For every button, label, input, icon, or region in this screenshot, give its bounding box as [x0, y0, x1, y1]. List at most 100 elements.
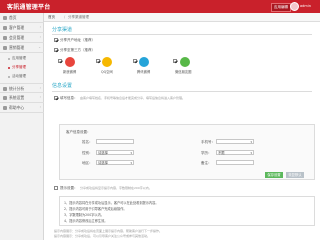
share-address-checkbox[interactable]: [54, 38, 58, 42]
fill-info-checkbox[interactable]: [54, 96, 58, 100]
sidebar-item-stats[interactable]: 统计分析 ›: [0, 83, 44, 93]
user-name[interactable]: admin: [300, 4, 311, 8]
education-select[interactable]: 不限 ▾: [216, 150, 254, 155]
sidebar-item-label: 首页: [9, 15, 17, 20]
chevron-down-icon: ⌄: [38, 45, 41, 49]
tip-settings-hint: 分享成功后将显示提示内容，字数限制在200字以内。: [80, 186, 152, 190]
section-divider: [52, 91, 312, 92]
chevron-right-icon: ›: [39, 35, 41, 39]
region-value: 请选择: [98, 161, 108, 165]
share-third-party-label: 分享至第三方（推荐）: [60, 48, 95, 52]
fill-info-label: 填写信息：: [60, 96, 78, 100]
sidebar-subitem-share[interactable]: 分享管理: [0, 63, 44, 72]
section-title-share: 分享渠道: [52, 27, 73, 33]
chevron-down-icon: ▾: [250, 151, 252, 155]
breadcrumb-current: 分享渠道管理: [68, 15, 89, 19]
sidebar-item-label: 帮助中心: [9, 105, 25, 110]
marketing-icon: [3, 46, 7, 50]
sidebar-item-customers[interactable]: 客户管理 ›: [0, 23, 44, 33]
customer-info-panel: 客户信息设置： 姓名： 手机号： ▾ 性别： 请选择 ▾ 学历： 不限 ▾ 地区： …: [59, 124, 315, 180]
avatar[interactable]: [290, 2, 299, 11]
breadcrumb-separator: /: [64, 15, 66, 19]
sidebar-item-settings[interactable]: 系统设置 ›: [0, 93, 44, 103]
tip-settings-checkbox[interactable]: [54, 186, 58, 190]
chevron-right-icon: ›: [39, 86, 41, 90]
education-value: 不限: [218, 151, 225, 155]
tip-notes-box: 1、提示内容将在分享成功后显示，客户可以在此处看到提示内容。 2、提示内容可用于…: [59, 196, 315, 226]
field-label: 性别：: [82, 151, 93, 155]
sidebar-item-members[interactable]: 会员管理 ›: [0, 33, 44, 43]
sidebar-subitem-label: 活动管理: [12, 74, 26, 78]
field-label: 手机号：: [201, 140, 215, 144]
chevron-down-icon: ▾: [130, 161, 132, 165]
sidebar-subitem-apps[interactable]: 应用管理: [0, 54, 44, 63]
header-app-button[interactable]: 应用编辑: [271, 3, 291, 12]
chevron-right-icon: ›: [39, 95, 41, 99]
field-label: 地区：: [82, 161, 93, 165]
bullet-icon: [8, 76, 10, 78]
note-line: 1、提示内容将在分享成功后显示，客户可以在此处看到提示内容。: [64, 201, 159, 205]
section-divider: [52, 34, 312, 35]
footer-note-2: 提示内容展示：分享成功后，可以引导客户关注公众号或参与其他活动。: [54, 234, 151, 238]
chevron-down-icon: ▾: [250, 140, 252, 144]
main-content: 分享渠道 分享开户地址（推荐） 分享至第三方（推荐） 新浪微博 QQ空间 腾讯微…: [44, 22, 320, 240]
chevron-right-icon: ›: [39, 25, 41, 29]
app-brand: 客訊通管理平台: [7, 4, 51, 11]
panel-title: 客户信息设置：: [66, 130, 91, 134]
remark-input[interactable]: [216, 160, 254, 165]
channel-label: 新浪微博: [63, 70, 77, 74]
share-third-party-checkbox[interactable]: [54, 48, 58, 52]
sidebar-item-help[interactable]: 帮助中心 ›: [0, 103, 44, 113]
sidebar-item-label: 会员管理: [9, 35, 25, 40]
gender-select[interactable]: 请选择 ▾: [96, 150, 134, 155]
sidebar-item-label: 系统设置: [9, 95, 25, 100]
breadcrumb-home[interactable]: 首页: [48, 15, 55, 20]
bullet-icon: [8, 67, 10, 69]
sidebar-subitem-label: 应用管理: [12, 56, 26, 60]
gender-value: 请选择: [98, 151, 108, 155]
note-line: 3、字数限制为200字以内。: [64, 213, 104, 217]
bullet-icon: [8, 58, 10, 60]
share-address-label: 分享开户地址（推荐）: [60, 38, 95, 42]
settings-icon: [3, 96, 7, 100]
fill-info-hint: 由客户填写姓名、手机号等信息后才能完成分享，填写后信息将进入客户管理。: [80, 96, 186, 100]
member-icon: [3, 36, 7, 40]
sidebar-subitem-label: 分享管理: [12, 65, 26, 69]
channel-qzone-checkbox[interactable]: [96, 59, 100, 63]
chevron-down-icon: ▾: [130, 151, 132, 155]
save-settings-button[interactable]: 保存设置: [265, 172, 283, 178]
weibo-icon[interactable]: [65, 57, 75, 67]
tencent-weibo-icon[interactable]: [139, 57, 149, 67]
channel-label: 腾讯微博: [137, 70, 151, 74]
chevron-right-icon: ›: [39, 105, 41, 109]
field-label: 备注：: [201, 161, 212, 165]
channel-tencent-weibo-checkbox[interactable]: [133, 59, 137, 63]
top-header-bar: 客訊通管理平台 应用编辑 admin: [0, 0, 320, 13]
qzone-icon[interactable]: [102, 57, 112, 67]
channel-label: QQ空间: [101, 70, 113, 74]
sidebar-subitem-activities[interactable]: 活动管理: [0, 72, 44, 81]
sidebar-item-label: 客户管理: [9, 25, 25, 30]
note-line: 4、提示内容修改后立即生效。: [64, 219, 108, 223]
name-input[interactable]: [96, 139, 134, 144]
breadcrumb: 首页 / 分享渠道管理: [44, 13, 320, 22]
users-icon: [3, 26, 7, 30]
sidebar: 首页 客户管理 › 会员管理 › 营销管理 ⌄ 应用管理 分享管理 活动管理 统…: [0, 13, 44, 240]
field-label: 学历：: [201, 151, 212, 155]
reset-default-button[interactable]: 恢复默认: [286, 172, 304, 178]
note-line: 2、提示内容可用于引导客户完成后续操作。: [64, 207, 127, 211]
section-title-info: 信息设置: [52, 83, 73, 89]
channel-weibo-checkbox[interactable]: [58, 59, 62, 63]
channel-label: 微信朋友圈: [175, 70, 192, 74]
tip-settings-label: 提示设置：: [60, 186, 78, 190]
sidebar-item-label: 营销管理: [9, 45, 25, 50]
sidebar-item-home[interactable]: 首页: [0, 13, 44, 23]
footer-note-1: 提示内容展示：分享成功后将在页面上展示提示内容，帮助客户进行下一步操作。: [54, 229, 163, 233]
phone-select[interactable]: ▾: [216, 139, 254, 144]
help-icon: [3, 106, 7, 110]
field-label: 姓名：: [82, 140, 93, 144]
wechat-icon[interactable]: [180, 57, 190, 67]
sidebar-item-marketing[interactable]: 营销管理 ⌄: [0, 43, 44, 53]
channel-wechat-checkbox[interactable]: [173, 59, 177, 63]
region-select[interactable]: 请选择 ▾: [96, 160, 134, 165]
